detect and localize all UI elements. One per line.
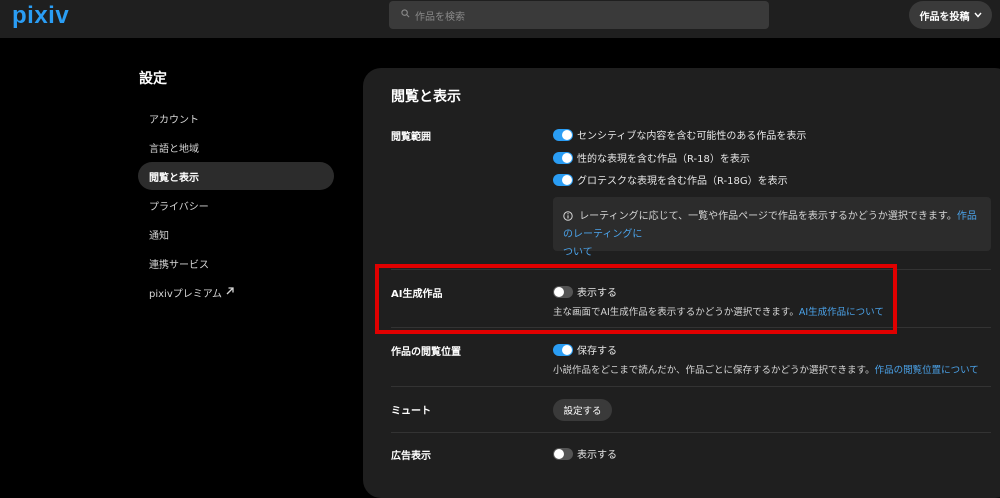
position-about-link[interactable]: 作品の閲覧位置について (875, 365, 979, 376)
r18g-toggle-row[interactable]: グロテスクな表現を含む作品（R-18G）を表示 (553, 172, 788, 187)
sidebar-item-label: 通知 (149, 230, 169, 242)
sensitive-toggle[interactable] (553, 128, 573, 141)
sidebar-item-label: プライバシー (149, 201, 209, 213)
divider (391, 432, 991, 433)
position-toggle[interactable] (553, 343, 573, 356)
sidebar-item-notifications[interactable]: 通知 (138, 220, 334, 248)
viewing-range-label: 閲覧範囲 (391, 132, 431, 143)
r18-toggle[interactable] (553, 151, 573, 164)
search-icon (401, 9, 415, 21)
page-title: 閲覧と表示 (391, 89, 461, 105)
ads-toggle-row[interactable]: 表示する (553, 446, 617, 461)
mute-settings-button[interactable]: 設定する (553, 399, 612, 421)
search-input[interactable]: 作品を検索 (389, 1, 769, 29)
rating-info-box: レーティングに応じて、一覧や作品ページで作品を表示するかどうか選択できます。作品… (553, 197, 991, 258)
reading-position-label: 作品の閲覧位置 (391, 347, 461, 358)
toggle-label: 保存する (577, 346, 617, 357)
chevron-down-icon (970, 10, 982, 21)
sidebar-item-label: 閲覧と表示 (149, 172, 199, 184)
sidebar-item-label: 連携サービス (149, 259, 209, 271)
rating-info-link-cont[interactable]: ついて (563, 247, 593, 258)
rating-info-text: レーティングに応じて、一覧や作品ページで作品を表示するかどうか選択できます。 (579, 211, 957, 222)
sidebar-item-browsing[interactable]: 閲覧と表示 (138, 162, 334, 190)
external-link-icon (222, 286, 234, 298)
r18-toggle-row[interactable]: 性的な表現を含む作品（R-18）を表示 (553, 150, 750, 165)
toggle-label: 表示する (577, 450, 617, 461)
sidebar-item-privacy[interactable]: プライバシー (138, 191, 334, 219)
sidebar-title: 設定 (139, 71, 167, 87)
position-description: 小説作品をどこまで読んだか、作品ごとに保存するかどうか選択できます。作品の閲覧位… (553, 362, 979, 376)
ads-label: 広告表示 (391, 451, 431, 462)
divider (391, 386, 991, 387)
position-desc-text: 小説作品をどこまで読んだか、作品ごとに保存するかどうか選択できます。 (553, 365, 875, 376)
ads-toggle[interactable] (553, 447, 573, 460)
position-toggle-row[interactable]: 保存する (553, 342, 617, 357)
info-icon (563, 211, 579, 222)
sidebar-item-premium[interactable]: pixivプレミアム (138, 278, 334, 306)
post-work-button[interactable]: 作品を投稿 (909, 1, 992, 29)
toggle-label: グロテスクな表現を含む作品（R-18G）を表示 (577, 176, 788, 187)
sidebar-item-account[interactable]: アカウント (138, 104, 334, 132)
sensitive-toggle-row[interactable]: センシティブな内容を含む可能性のある作品を表示 (553, 127, 806, 142)
sidebar-item-label: アカウント (149, 114, 199, 126)
post-button-label: 作品を投稿 (919, 11, 970, 23)
highlight-box (375, 264, 897, 334)
sidebar-item-label: 言語と地域 (149, 143, 199, 155)
pixiv-logo[interactable]: pixiv (12, 2, 69, 30)
toggle-label: 性的な表現を含む作品（R-18）を表示 (577, 154, 750, 165)
r18g-toggle[interactable] (553, 173, 573, 186)
top-header: pixiv 作品を検索 作品を投稿 (0, 0, 1000, 38)
sidebar-item-label: pixivプレミアム (149, 288, 223, 300)
search-placeholder: 作品を検索 (415, 11, 465, 23)
toggle-label: センシティブな内容を含む可能性のある作品を表示 (577, 131, 807, 142)
sidebar-item-linked-services[interactable]: 連携サービス (138, 249, 334, 277)
sidebar-item-language[interactable]: 言語と地域 (138, 133, 334, 161)
mute-label: ミュート (391, 406, 431, 417)
